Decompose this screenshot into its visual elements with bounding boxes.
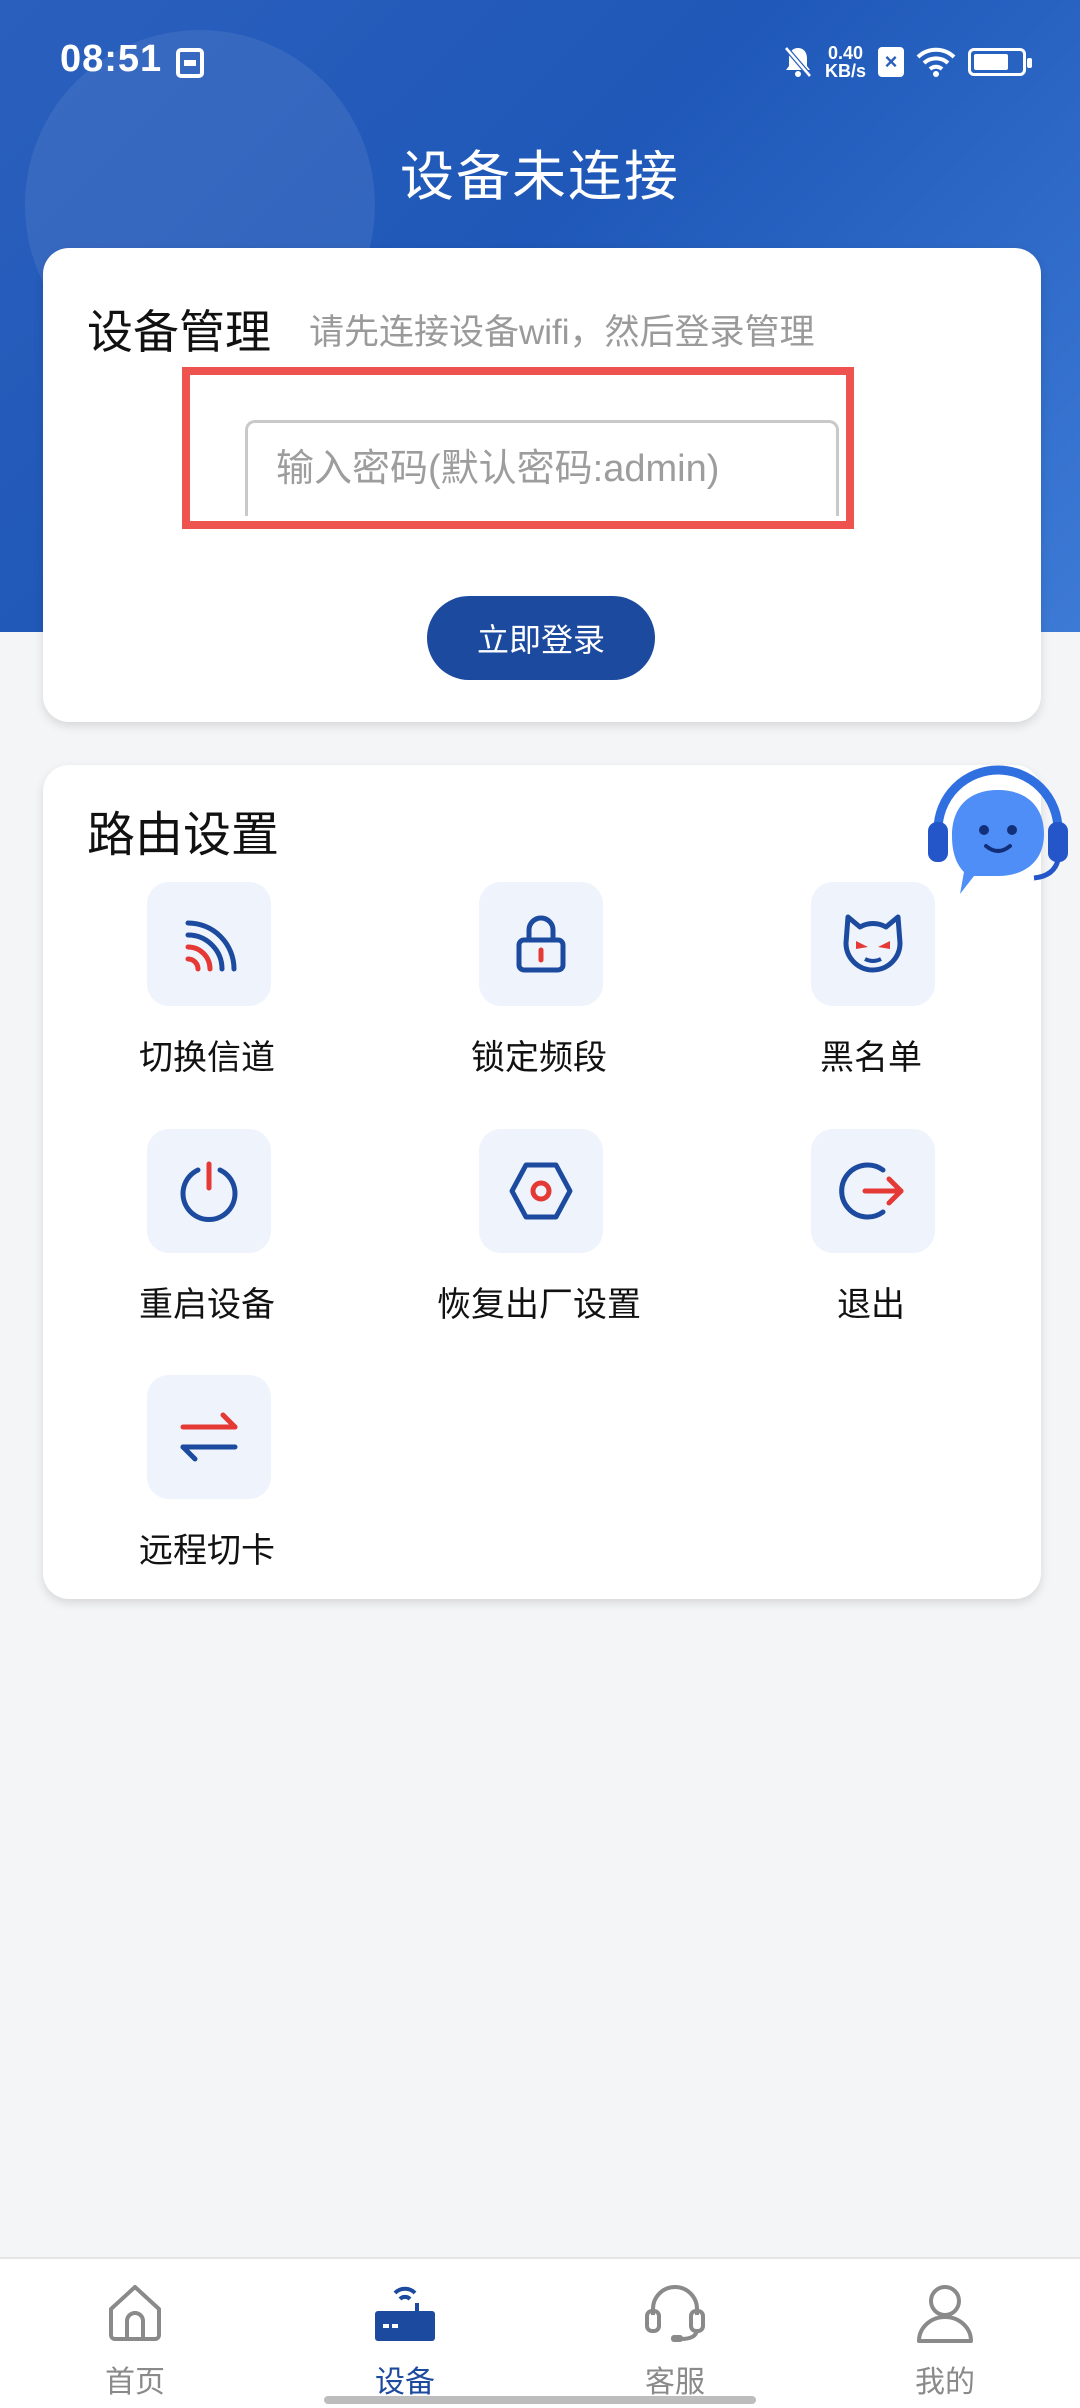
battery-icon [968, 48, 1032, 76]
device-management-card: 设备管理 请先连接设备wifi，然后登录管理 立即登录 [43, 248, 1041, 722]
nav-home[interactable]: 首页 [0, 2259, 270, 2408]
nav-mine-label: 我的 [915, 2366, 975, 2399]
devil-face-icon [811, 882, 935, 1006]
headset-icon [645, 2285, 705, 2342]
hexagon-reset-icon [479, 1129, 603, 1253]
signal-icon [147, 882, 271, 1006]
exit-icon [811, 1129, 935, 1253]
router-icon [375, 2286, 435, 2341]
nav-service-label: 客服 [645, 2366, 705, 2399]
switch-channel-item[interactable]: 切换信道 [97, 882, 317, 1082]
remote-switch-card-item[interactable]: 远程切卡 [97, 1375, 317, 1575]
customer-service-float-button[interactable] [924, 764, 1072, 900]
user-icon [917, 2285, 973, 2343]
home-icon [109, 2285, 161, 2341]
switch-channel-label: 切换信道 [139, 1039, 275, 1077]
logout-item[interactable]: 退出 [761, 1129, 981, 1329]
blacklist-item[interactable]: 黑名单 [761, 882, 981, 1082]
nav-device-label: 设备 [375, 2366, 435, 2399]
connect-hint: 请先连接设备wifi，然后登录管理 [309, 313, 815, 352]
remote-switch-card-label: 远程切卡 [139, 1532, 275, 1570]
status-bar: 08:51 0.40 KB/s × [0, 0, 1080, 120]
lock-band-item[interactable]: 锁定频段 [429, 882, 649, 1082]
support-agent-icon [928, 765, 1068, 894]
router-settings-card: 路由设置 切换信道 锁定频段 黑名单 重启设备 恢复出厂设置 退出 远程切卡 [43, 765, 1041, 1599]
nav-service[interactable]: 客服 [540, 2259, 810, 2408]
factory-reset-item[interactable]: 恢复出厂设置 [429, 1129, 649, 1329]
page-title: 设备未连接 [400, 147, 680, 207]
blacklist-label: 黑名单 [820, 1039, 922, 1077]
nav-mine[interactable]: 我的 [810, 2259, 1080, 2408]
swap-arrows-icon [147, 1375, 271, 1499]
net-speed-unit: KB/s [824, 61, 866, 81]
status-icons: 0.40 KB/s × [783, 40, 1032, 84]
login-button[interactable]: 立即登录 [427, 596, 655, 680]
device-management-title: 设备管理 [87, 306, 271, 358]
home-indicator [324, 2396, 756, 2404]
mute-bell-icon [784, 46, 812, 78]
power-icon [147, 1129, 271, 1253]
router-settings-title: 路由设置 [87, 809, 280, 862]
reboot-item[interactable]: 重启设备 [97, 1129, 317, 1329]
wifi-icon [916, 47, 956, 77]
sim-card-icon [176, 48, 204, 78]
lock-icon [479, 882, 603, 1006]
bottom-navigation: 首页 设备 客服 我的 [0, 2257, 1080, 2408]
logout-label: 退出 [837, 1286, 905, 1324]
status-time: 08:51 [60, 38, 163, 80]
password-input[interactable] [245, 420, 839, 516]
lock-band-label: 锁定频段 [471, 1039, 607, 1077]
nav-device[interactable]: 设备 [270, 2259, 540, 2408]
reboot-label: 重启设备 [139, 1286, 275, 1324]
factory-reset-label: 恢复出厂设置 [437, 1286, 641, 1324]
nav-home-label: 首页 [105, 2366, 165, 2399]
no-sim-icon: × [878, 47, 904, 77]
network-speed: 0.40 KB/s [825, 44, 866, 80]
net-speed-value: 0.40 [827, 43, 864, 63]
